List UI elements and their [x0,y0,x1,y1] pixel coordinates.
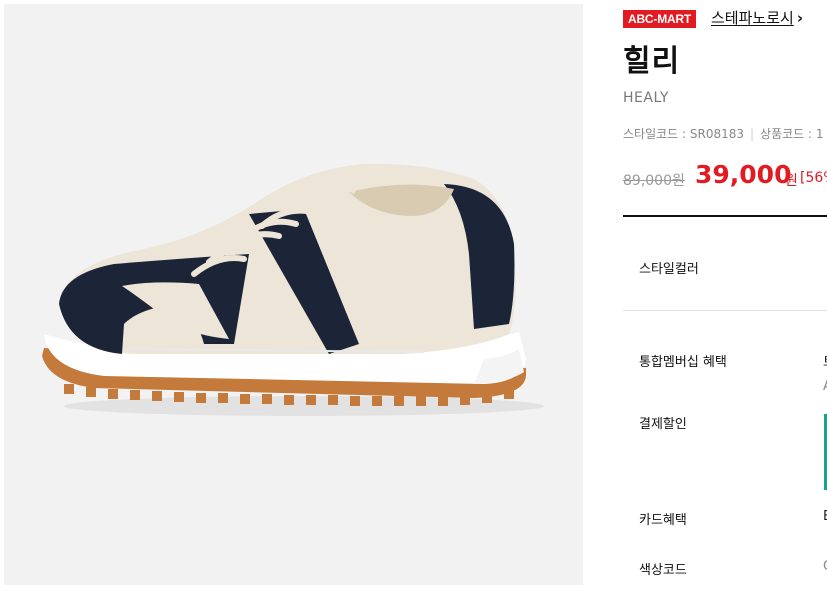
code-divider: | [750,127,755,141]
membership-benefit-label: 통합멤버십 혜택 [639,355,727,370]
sneaker-image [42,163,544,416]
row-divider [623,310,827,311]
payment-discount-label: 결제할인 [639,417,687,432]
card-benefit-value[interactable]: E [823,509,827,524]
currency-unit: 원 [785,173,798,189]
color-code-value: C [823,559,827,574]
style-color-label: 스타일컬러 [639,262,699,277]
card-benefit-label: 카드혜택 [639,513,687,528]
discount-rate: [56% [800,170,827,186]
brand-link-label: 스테파노로시 [711,9,794,27]
product-name-english: HEALY [623,90,669,106]
product-image[interactable] [4,4,583,585]
product-code: 상품코드 : 1 [760,127,824,141]
chevron-right-icon: › [796,9,803,27]
sale-price: 39,000 [695,160,792,189]
membership-benefit-subvalue: A [823,379,827,394]
membership-benefit-value: 토 [823,351,827,370]
original-price: 89,000원 [623,173,685,189]
product-info-panel: ABC-MART 스테파노로시 › 힐리 HEALY 스타일코드 : SR0818… [623,0,827,591]
abc-mart-logo[interactable]: ABC-MART [623,10,697,28]
product-name: 힐리 [623,44,681,79]
style-code: 스타일코드 : SR08183 [623,127,745,141]
product-codes: 스타일코드 : SR08183 | 상품코드 : 1 [623,125,824,142]
section-divider [623,215,827,217]
brand-link[interactable]: 스테파노로시 › [711,8,803,28]
color-code-label: 색상코드 [639,563,687,578]
